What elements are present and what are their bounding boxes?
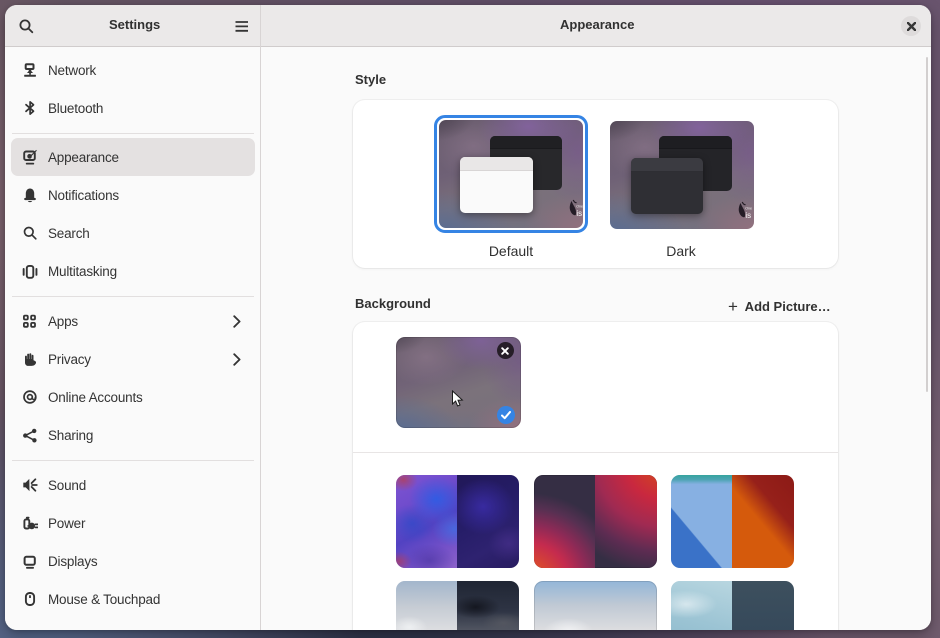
svg-text:is: is <box>745 211 751 220</box>
svg-text:One: One <box>745 206 752 210</box>
svg-text:One: One <box>576 205 583 209</box>
svg-text:is: is <box>576 209 582 218</box>
